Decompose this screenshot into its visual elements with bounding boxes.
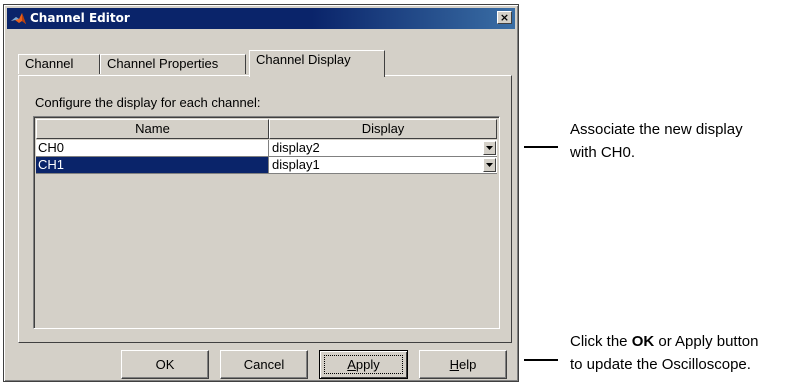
table-row[interactable]: CH0 display2 (36, 140, 497, 157)
title-bar[interactable]: Channel Editor × (7, 8, 515, 29)
focus-rectangle (324, 355, 403, 374)
window-title: Channel Editor (30, 11, 130, 25)
apply-button[interactable]: Apply (319, 350, 408, 379)
close-icon: × (499, 11, 510, 24)
dropdown-button[interactable] (483, 141, 496, 155)
help-button[interactable]: Help (419, 350, 507, 379)
channel-display-table: Name Display CH0 display2 CH1 display1 (33, 116, 500, 329)
callout-ok-word: OK (631, 333, 655, 350)
channel-display-panel: Configure the display for each channel: … (18, 75, 512, 343)
callout-display-line1: Associate the new display (570, 121, 743, 138)
tab-channel-display[interactable]: Channel Display (249, 50, 385, 77)
callout-text: Click the (570, 333, 632, 350)
tab-channel-display-label: Channel Display (256, 52, 351, 67)
display-select[interactable]: display1 (269, 157, 497, 174)
channel-editor-dialog: Channel Editor × Channel Channel Propert… (3, 4, 519, 382)
dropdown-button[interactable] (483, 158, 496, 172)
callout-text: button (712, 333, 759, 350)
help-mnemonic: H (449, 357, 460, 372)
table-row[interactable]: CH1 display1 (36, 157, 497, 174)
tab-channel-properties[interactable]: Channel Properties (100, 54, 246, 74)
cancel-button[interactable]: Cancel (220, 350, 308, 379)
callout-buttons-line1: Click the OK or Apply button (570, 330, 758, 353)
callout-buttons: Click the OK or Apply button to update t… (570, 330, 758, 376)
display-select[interactable]: display2 (269, 140, 497, 157)
chevron-down-icon (486, 146, 493, 150)
channel-name-cell[interactable]: CH0 (36, 140, 269, 157)
callout-line-buttons (524, 359, 558, 361)
display-select-value: display1 (272, 157, 320, 172)
channel-name-cell[interactable]: CH1 (36, 157, 269, 174)
tab-channel-label: Channel (25, 56, 74, 71)
callout-display-line2: with CH0. (570, 144, 636, 161)
matlab-logo-icon (11, 13, 26, 24)
callout-line-display (524, 146, 558, 148)
close-button[interactable]: × (497, 11, 512, 24)
chevron-down-icon (486, 163, 493, 167)
callout-buttons-line2: to update the Oscilloscope. (570, 356, 751, 373)
ok-button[interactable]: OK (121, 350, 209, 379)
callout-text: or (654, 333, 676, 350)
column-header-name[interactable]: Name (36, 119, 269, 139)
panel-instruction: Configure the display for each channel: (35, 95, 261, 110)
callout-apply-word: Apply (675, 333, 713, 350)
tab-channel-properties-label: Channel Properties (107, 56, 219, 71)
column-header-display[interactable]: Display (269, 119, 497, 139)
display-select-value: display2 (272, 140, 320, 155)
callout-display: Associate the new display with CH0. (570, 118, 743, 164)
help-label-rest: elp (459, 357, 477, 372)
tab-channel[interactable]: Channel (18, 54, 100, 74)
